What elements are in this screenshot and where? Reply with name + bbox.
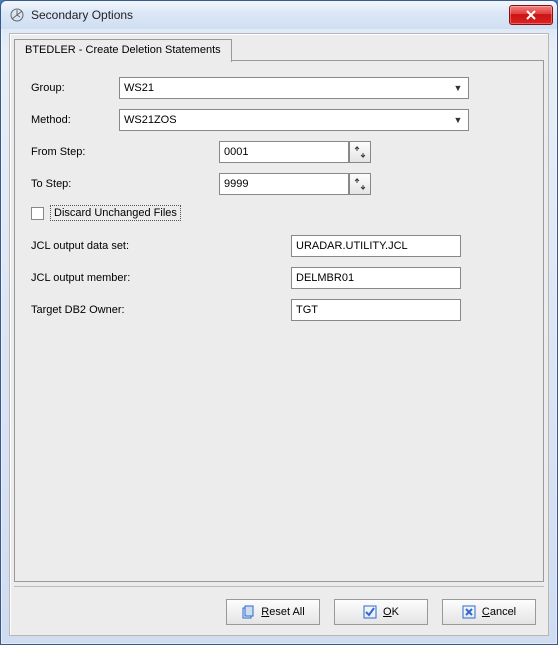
reset-all-button[interactable]: Reset All (226, 599, 320, 625)
group-value: WS21 (124, 82, 154, 94)
tab-btedler[interactable]: BTEDLER - Create Deletion Statements (14, 39, 232, 62)
reset-icon (241, 605, 255, 619)
dialog-window: Secondary Options BTEDLER - Create Delet… (0, 0, 558, 645)
row-to-step: To Step: (31, 173, 527, 195)
method-combo[interactable]: WS21ZOS ▼ (119, 109, 469, 131)
chevron-down-icon: ▼ (450, 112, 466, 128)
group-combo[interactable]: WS21 ▼ (119, 77, 469, 99)
row-target-owner: Target DB2 Owner: (31, 299, 527, 321)
target-owner-label: Target DB2 Owner: (31, 304, 211, 316)
sort-arrows-icon (353, 145, 367, 159)
discard-checkbox[interactable] (31, 207, 44, 220)
tab-filler (232, 38, 544, 61)
discard-label[interactable]: Discard Unchanged Files (50, 205, 181, 221)
jcl-dataset-input[interactable] (291, 235, 461, 257)
from-step-spinner[interactable] (349, 141, 371, 163)
row-method: Method: WS21ZOS ▼ (31, 109, 527, 131)
row-from-step: From Step: (31, 141, 527, 163)
cancel-icon (462, 605, 476, 619)
window-title: Secondary Options (31, 8, 509, 22)
jcl-dataset-label: JCL output data set: (31, 240, 211, 252)
button-bar: Reset All OK Cancel (14, 586, 544, 629)
target-owner-input[interactable] (291, 299, 461, 321)
check-icon (363, 605, 377, 619)
cancel-button[interactable]: Cancel (442, 599, 536, 625)
client-area: BTEDLER - Create Deletion Statements Gro… (9, 33, 549, 636)
from-step-input[interactable] (219, 141, 349, 163)
row-discard: Discard Unchanged Files (31, 205, 527, 221)
cancel-label: Cancel (482, 606, 516, 618)
close-icon (525, 10, 537, 20)
to-step-spinner[interactable] (349, 173, 371, 195)
app-icon (9, 7, 25, 23)
jcl-member-label: JCL output member: (31, 272, 211, 284)
ok-button[interactable]: OK (334, 599, 428, 625)
ok-label: OK (383, 606, 399, 618)
reset-all-label: Reset All (261, 606, 304, 618)
row-group: Group: WS21 ▼ (31, 77, 527, 99)
to-step-label: To Step: (31, 178, 119, 190)
jcl-member-input[interactable] (291, 267, 461, 289)
titlebar[interactable]: Secondary Options (1, 1, 557, 29)
sort-arrows-icon (353, 177, 367, 191)
row-jcl-member: JCL output member: (31, 267, 527, 289)
from-step-label: From Step: (31, 146, 119, 158)
method-value: WS21ZOS (124, 114, 177, 126)
tabstrip: BTEDLER - Create Deletion Statements (10, 34, 548, 61)
to-step-input[interactable] (219, 173, 349, 195)
row-jcl-dataset: JCL output data set: (31, 235, 527, 257)
group-label: Group: (31, 82, 119, 94)
tab-panel: Group: WS21 ▼ Method: WS21ZOS ▼ From Ste… (14, 61, 544, 582)
chevron-down-icon: ▼ (450, 80, 466, 96)
close-button[interactable] (509, 5, 553, 25)
method-label: Method: (31, 114, 119, 126)
